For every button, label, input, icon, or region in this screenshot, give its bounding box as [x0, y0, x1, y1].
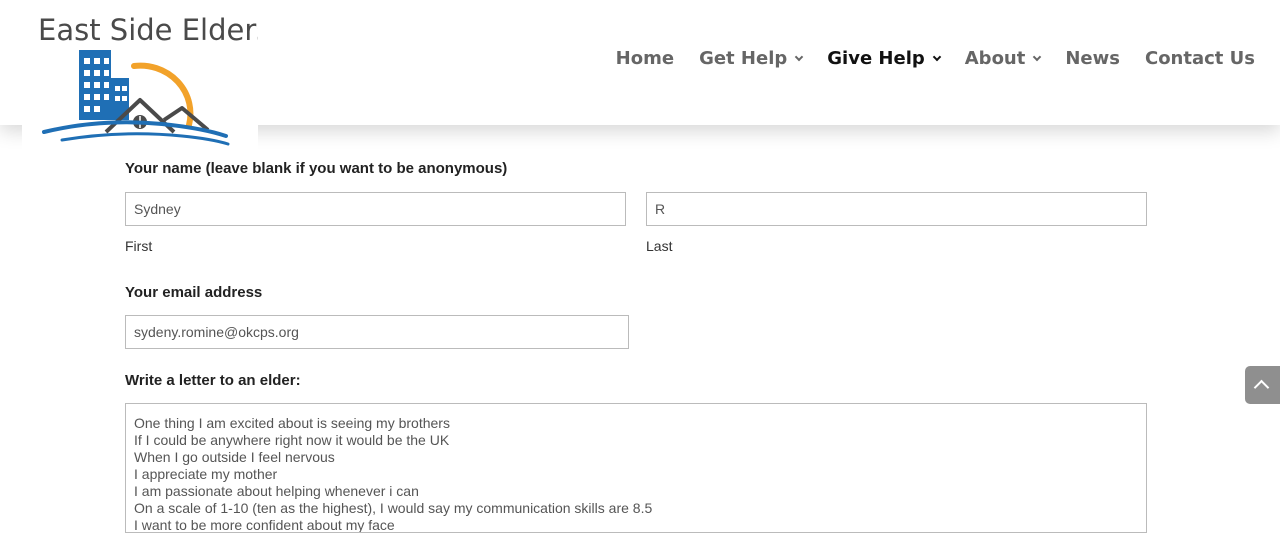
letter-line: [134, 404, 652, 415]
nav-about-label: About: [964, 48, 1026, 69]
last-name-input[interactable]: R: [646, 192, 1147, 226]
first-name-input[interactable]: Sydney: [125, 192, 626, 226]
logo-graphic: East Side Elders: [38, 13, 258, 146]
email-label: Your email address: [125, 284, 263, 301]
nav-get-help[interactable]: Get Help: [699, 48, 804, 69]
email-input[interactable]: sydeny.romine@okcps.org: [125, 315, 629, 349]
nav-news-label: News: [1065, 48, 1120, 69]
nav-give-help-label: Give Help: [827, 48, 925, 69]
logo-text: East Side Elders: [38, 13, 258, 47]
chevron-up-icon: [1253, 379, 1270, 396]
letter-line: I am passionate about helping whenever i…: [134, 483, 419, 499]
letter-line: On a scale of 1-10 (ten as the highest),…: [134, 500, 653, 516]
chevron-down-icon: [1033, 52, 1042, 61]
first-name-sublabel: First: [125, 238, 153, 254]
letter-line: I want to be more confident about my fac…: [134, 517, 395, 533]
site-logo[interactable]: East Side Elders: [22, 8, 258, 154]
letter-line: I appreciate my mother: [134, 466, 278, 482]
nav-news[interactable]: News: [1065, 48, 1120, 69]
chevron-down-icon: [932, 52, 941, 61]
letter-textarea[interactable]: One thing I am excited about is seeing m…: [125, 403, 1147, 533]
nav-contact-us-label: Contact Us: [1144, 48, 1255, 69]
nav-home-label: Home: [615, 48, 675, 69]
letter-line: When I go outside I feel nervous: [134, 449, 335, 465]
letter-line: If I could be anywhere right now it woul…: [134, 432, 450, 448]
scroll-to-top-button[interactable]: [1245, 366, 1280, 404]
letter-text: One thing I am excited about is seeing m…: [134, 404, 653, 533]
letter-label: Write a letter to an elder:: [125, 372, 301, 389]
nav-give-help[interactable]: Give Help: [827, 48, 941, 69]
chevron-down-icon: [795, 52, 804, 61]
letter-line: One thing I am excited about is seeing m…: [134, 415, 450, 431]
last-name-sublabel: Last: [646, 238, 673, 254]
nav-get-help-label: Get Help: [699, 48, 788, 69]
nav-about[interactable]: About: [964, 48, 1042, 69]
name-label: Your name (leave blank if you want to be…: [125, 160, 508, 177]
nav-home[interactable]: Home: [616, 48, 674, 69]
nav-contact-us[interactable]: Contact Us: [1145, 48, 1255, 69]
main-nav: Home Get Help Give Help About News Conta…: [616, 48, 1255, 69]
